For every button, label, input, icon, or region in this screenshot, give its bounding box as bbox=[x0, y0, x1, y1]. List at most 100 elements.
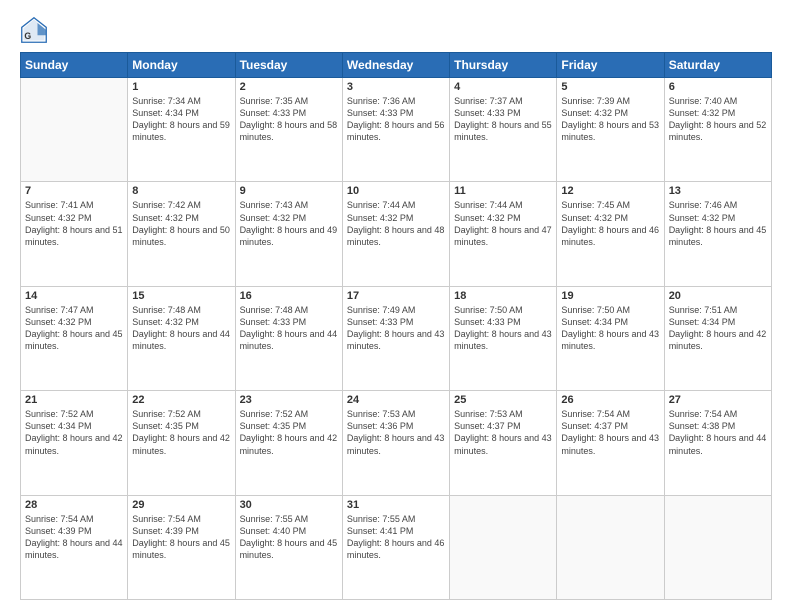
calendar-cell: 2Sunrise: 7:35 AMSunset: 4:33 PMDaylight… bbox=[235, 78, 342, 182]
cell-info: Sunrise: 7:54 AMSunset: 4:38 PMDaylight:… bbox=[669, 408, 767, 457]
day-number: 1 bbox=[132, 81, 230, 93]
logo: G bbox=[20, 16, 52, 44]
day-number: 13 bbox=[669, 185, 767, 197]
day-number: 8 bbox=[132, 185, 230, 197]
weekday-header: Saturday bbox=[664, 53, 771, 78]
cell-info: Sunrise: 7:51 AMSunset: 4:34 PMDaylight:… bbox=[669, 304, 767, 353]
calendar-cell: 12Sunrise: 7:45 AMSunset: 4:32 PMDayligh… bbox=[557, 182, 664, 286]
calendar-cell: 15 Sunrise: 7:48 AMSunset: 4:32 PMDayligh… bbox=[128, 286, 235, 390]
day-number: 22 bbox=[132, 394, 230, 406]
cell-info: Sunrise: 7:44 AMSunset: 4:32 PMDaylight:… bbox=[347, 199, 445, 248]
calendar-cell: 27 Sunrise: 7:54 AMSunset: 4:38 PMDayligh… bbox=[664, 391, 771, 495]
cell-info: Sunrise: 7:39 AMSunset: 4:32 PMDaylight:… bbox=[561, 95, 659, 144]
calendar-cell: 31 Sunrise: 7:55 AMSunset: 4:41 PMDayligh… bbox=[342, 495, 449, 599]
calendar-cell bbox=[557, 495, 664, 599]
cell-info: Sunrise: 7:55 AMSunset: 4:40 PMDaylight:… bbox=[240, 513, 338, 562]
cell-info: Sunrise: 7:48 AMSunset: 4:32 PMDaylight:… bbox=[132, 304, 230, 353]
calendar-cell bbox=[664, 495, 771, 599]
cell-info: Sunrise: 7:34 AMSunset: 4:34 PMDaylight:… bbox=[132, 95, 230, 144]
calendar-cell: 23 Sunrise: 7:52 AMSunset: 4:35 PMDayligh… bbox=[235, 391, 342, 495]
calendar-cell: 22 Sunrise: 7:52 AMSunset: 4:35 PMDayligh… bbox=[128, 391, 235, 495]
cell-info: Sunrise: 7:55 AMSunset: 4:41 PMDaylight:… bbox=[347, 513, 445, 562]
cell-info: Sunrise: 7:43 AMSunset: 4:32 PMDaylight:… bbox=[240, 199, 338, 248]
weekday-header: Monday bbox=[128, 53, 235, 78]
day-number: 27 bbox=[669, 394, 767, 406]
calendar-cell: 21 Sunrise: 7:52 AMSunset: 4:34 PMDayligh… bbox=[21, 391, 128, 495]
cell-info: Sunrise: 7:48 AMSunset: 4:33 PMDaylight:… bbox=[240, 304, 338, 353]
calendar-cell: 29Sunrise: 7:54 AMSunset: 4:39 PMDayligh… bbox=[128, 495, 235, 599]
weekday-header: Friday bbox=[557, 53, 664, 78]
cell-info: Sunrise: 7:54 AMSunset: 4:37 PMDaylight:… bbox=[561, 408, 659, 457]
calendar-cell: 7 Sunrise: 7:41 AMSunset: 4:32 PMDaylight… bbox=[21, 182, 128, 286]
cell-info: Sunrise: 7:49 AMSunset: 4:33 PMDaylight:… bbox=[347, 304, 445, 353]
day-number: 5 bbox=[561, 81, 659, 93]
cell-info: Sunrise: 7:53 AMSunset: 4:36 PMDaylight:… bbox=[347, 408, 445, 457]
cell-info: Sunrise: 7:52 AMSunset: 4:35 PMDaylight:… bbox=[132, 408, 230, 457]
calendar-cell: 11 Sunrise: 7:44 AMSunset: 4:32 PMDayligh… bbox=[450, 182, 557, 286]
day-number: 23 bbox=[240, 394, 338, 406]
calendar-cell: 30 Sunrise: 7:55 AMSunset: 4:40 PMDayligh… bbox=[235, 495, 342, 599]
day-number: 25 bbox=[454, 394, 552, 406]
calendar-cell: 26 Sunrise: 7:54 AMSunset: 4:37 PMDayligh… bbox=[557, 391, 664, 495]
logo-icon: G bbox=[20, 16, 48, 44]
cell-info: Sunrise: 7:47 AMSunset: 4:32 PMDaylight:… bbox=[25, 304, 123, 353]
calendar-page: G SundayMondayTuesdayWednesdayThursdayFr… bbox=[0, 0, 792, 612]
day-number: 7 bbox=[25, 185, 123, 197]
page-header: G bbox=[20, 16, 772, 44]
cell-info: Sunrise: 7:50 AMSunset: 4:34 PMDaylight:… bbox=[561, 304, 659, 353]
calendar-cell: 18 Sunrise: 7:50 AMSunset: 4:33 PMDayligh… bbox=[450, 286, 557, 390]
calendar-cell: 19 Sunrise: 7:50 AMSunset: 4:34 PMDayligh… bbox=[557, 286, 664, 390]
calendar-cell: 9 Sunrise: 7:43 AMSunset: 4:32 PMDaylight… bbox=[235, 182, 342, 286]
day-number: 19 bbox=[561, 290, 659, 302]
calendar-week-row: 21 Sunrise: 7:52 AMSunset: 4:34 PMDayligh… bbox=[21, 391, 772, 495]
calendar-cell: 25 Sunrise: 7:53 AMSunset: 4:37 PMDayligh… bbox=[450, 391, 557, 495]
day-number: 17 bbox=[347, 290, 445, 302]
calendar-cell: 10 Sunrise: 7:44 AMSunset: 4:32 PMDayligh… bbox=[342, 182, 449, 286]
cell-info: Sunrise: 7:53 AMSunset: 4:37 PMDaylight:… bbox=[454, 408, 552, 457]
calendar-week-row: 28 Sunrise: 7:54 AMSunset: 4:39 PMDayligh… bbox=[21, 495, 772, 599]
day-number: 9 bbox=[240, 185, 338, 197]
cell-info: Sunrise: 7:41 AMSunset: 4:32 PMDaylight:… bbox=[25, 199, 123, 248]
day-number: 24 bbox=[347, 394, 445, 406]
calendar-week-row: 14Sunrise: 7:47 AMSunset: 4:32 PMDayligh… bbox=[21, 286, 772, 390]
cell-info: Sunrise: 7:44 AMSunset: 4:32 PMDaylight:… bbox=[454, 199, 552, 248]
cell-info: Sunrise: 7:52 AMSunset: 4:34 PMDaylight:… bbox=[25, 408, 123, 457]
day-number: 31 bbox=[347, 499, 445, 511]
cell-info: Sunrise: 7:46 AMSunset: 4:32 PMDaylight:… bbox=[669, 199, 767, 248]
day-number: 15 bbox=[132, 290, 230, 302]
day-number: 16 bbox=[240, 290, 338, 302]
day-number: 20 bbox=[669, 290, 767, 302]
day-number: 26 bbox=[561, 394, 659, 406]
calendar-cell: 6 Sunrise: 7:40 AMSunset: 4:32 PMDaylight… bbox=[664, 78, 771, 182]
cell-info: Sunrise: 7:42 AMSunset: 4:32 PMDaylight:… bbox=[132, 199, 230, 248]
day-number: 11 bbox=[454, 185, 552, 197]
calendar-cell: 20 Sunrise: 7:51 AMSunset: 4:34 PMDayligh… bbox=[664, 286, 771, 390]
day-number: 4 bbox=[454, 81, 552, 93]
day-number: 12 bbox=[561, 185, 659, 197]
weekday-header: Wednesday bbox=[342, 53, 449, 78]
day-number: 6 bbox=[669, 81, 767, 93]
calendar-cell: 14Sunrise: 7:47 AMSunset: 4:32 PMDayligh… bbox=[21, 286, 128, 390]
day-number: 18 bbox=[454, 290, 552, 302]
cell-info: Sunrise: 7:40 AMSunset: 4:32 PMDaylight:… bbox=[669, 95, 767, 144]
svg-text:G: G bbox=[24, 31, 31, 41]
cell-info: Sunrise: 7:50 AMSunset: 4:33 PMDaylight:… bbox=[454, 304, 552, 353]
calendar-cell: 1 Sunrise: 7:34 AMSunset: 4:34 PMDaylight… bbox=[128, 78, 235, 182]
calendar-cell: 16 Sunrise: 7:48 AMSunset: 4:33 PMDayligh… bbox=[235, 286, 342, 390]
day-number: 30 bbox=[240, 499, 338, 511]
calendar-cell bbox=[450, 495, 557, 599]
weekday-header: Sunday bbox=[21, 53, 128, 78]
weekday-header-row: SundayMondayTuesdayWednesdayThursdayFrid… bbox=[21, 53, 772, 78]
cell-info: Sunrise: 7:54 AMSunset: 4:39 PMDaylight:… bbox=[25, 513, 123, 562]
day-number: 28 bbox=[25, 499, 123, 511]
calendar-table: SundayMondayTuesdayWednesdayThursdayFrid… bbox=[20, 52, 772, 600]
day-number: 2 bbox=[240, 81, 338, 93]
cell-info: Sunrise: 7:52 AMSunset: 4:35 PMDaylight:… bbox=[240, 408, 338, 457]
calendar-cell: 3Sunrise: 7:36 AMSunset: 4:33 PMDaylight… bbox=[342, 78, 449, 182]
day-number: 10 bbox=[347, 185, 445, 197]
calendar-week-row: 7 Sunrise: 7:41 AMSunset: 4:32 PMDaylight… bbox=[21, 182, 772, 286]
day-number: 21 bbox=[25, 394, 123, 406]
calendar-cell: 8 Sunrise: 7:42 AMSunset: 4:32 PMDaylight… bbox=[128, 182, 235, 286]
calendar-cell: 5 Sunrise: 7:39 AMSunset: 4:32 PMDaylight… bbox=[557, 78, 664, 182]
calendar-cell: 28 Sunrise: 7:54 AMSunset: 4:39 PMDayligh… bbox=[21, 495, 128, 599]
